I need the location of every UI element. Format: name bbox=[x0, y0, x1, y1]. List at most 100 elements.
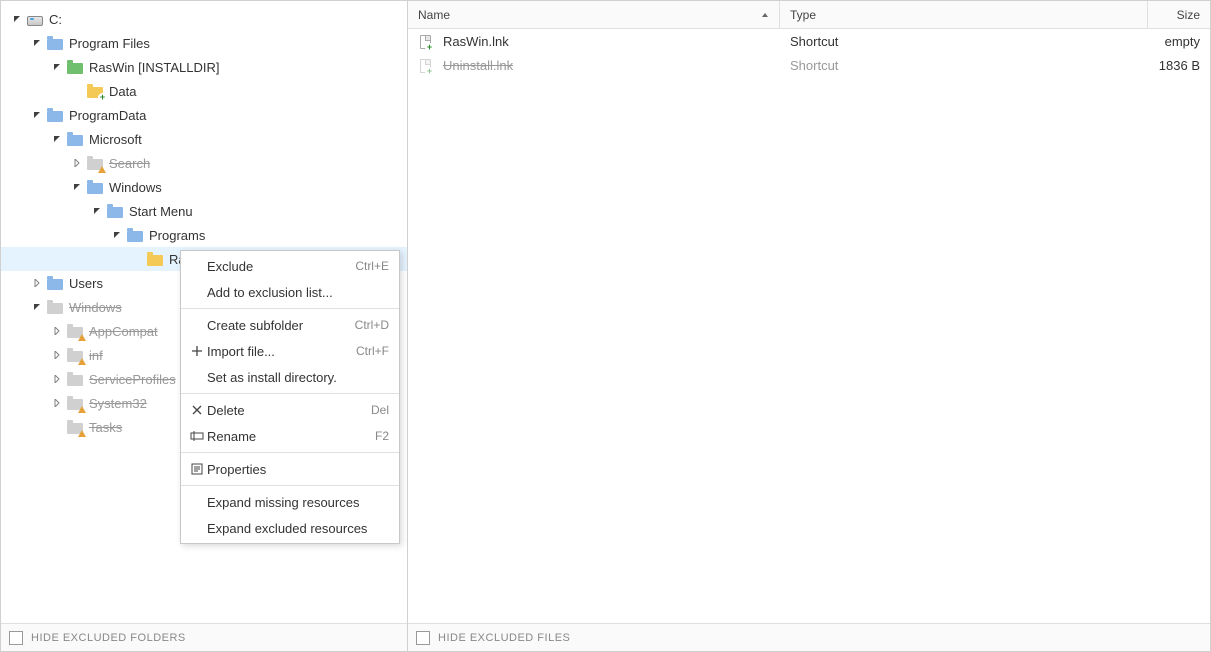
expander-icon[interactable] bbox=[69, 179, 85, 195]
menu-item-label: Expand missing resources bbox=[207, 495, 389, 510]
tree-node[interactable]: RasWin [INSTALLDIR] bbox=[1, 55, 407, 79]
context-menu[interactable]: ExcludeCtrl+EAdd to exclusion list... Cre… bbox=[180, 250, 400, 544]
hide-excluded-folders-checkbox[interactable] bbox=[9, 631, 23, 645]
tree-node-label: RasWin [INSTALLDIR] bbox=[89, 60, 220, 75]
menu-icon-blank bbox=[187, 258, 207, 274]
menu-item-shortcut: Ctrl+E bbox=[355, 259, 389, 273]
tree-node[interactable]: ProgramData bbox=[1, 103, 407, 127]
folder-icon bbox=[107, 207, 123, 218]
column-header-name[interactable]: Name bbox=[408, 1, 780, 28]
menu-item[interactable]: RenameF2 bbox=[181, 423, 399, 449]
menu-item-label: Expand excluded resources bbox=[207, 521, 389, 536]
tree-node-label: C: bbox=[49, 12, 62, 27]
tree-node-label: Programs bbox=[149, 228, 205, 243]
tree-node[interactable]: Start Menu bbox=[1, 199, 407, 223]
excluded-folder-icon bbox=[67, 375, 83, 386]
install-folder-icon bbox=[67, 63, 83, 74]
tree-node-label: ServiceProfiles bbox=[89, 372, 176, 387]
warning-folder-icon bbox=[67, 327, 83, 338]
tree-node[interactable]: Microsoft bbox=[1, 127, 407, 151]
menu-item-shortcut: Del bbox=[371, 403, 389, 417]
tree-node[interactable]: Windows bbox=[1, 175, 407, 199]
expander-icon[interactable] bbox=[49, 131, 65, 147]
right-footer: HIDE EXCLUDED FILES bbox=[408, 623, 1210, 651]
file-list-body[interactable]: RasWin.lnkShortcutemptyUninstall.lnkShor… bbox=[408, 29, 1210, 623]
menu-item[interactable]: Add to exclusion list... bbox=[181, 279, 399, 305]
expander-icon[interactable] bbox=[129, 251, 145, 267]
menu-icon-blank bbox=[187, 317, 207, 333]
menu-icon-blank bbox=[187, 494, 207, 510]
file-icon bbox=[420, 59, 431, 73]
menu-item[interactable]: DeleteDel bbox=[181, 397, 399, 423]
folder-icon bbox=[47, 279, 63, 290]
menu-item-label: Create subfolder bbox=[207, 318, 355, 333]
expander-icon[interactable] bbox=[49, 323, 65, 339]
column-name-label: Name bbox=[418, 8, 450, 22]
warning-folder-icon bbox=[67, 399, 83, 410]
new-folder-icon bbox=[87, 87, 103, 98]
expander-icon[interactable] bbox=[29, 107, 45, 123]
tree-node-label: Users bbox=[69, 276, 103, 291]
menu-separator bbox=[181, 485, 399, 486]
menu-item-shortcut: F2 bbox=[375, 429, 389, 443]
menu-item-label: Rename bbox=[207, 429, 375, 444]
menu-item[interactable]: Properties bbox=[181, 456, 399, 482]
file-type: Shortcut bbox=[780, 58, 1148, 73]
menu-item[interactable]: Expand excluded resources bbox=[181, 515, 399, 541]
folder-icon bbox=[67, 135, 83, 146]
column-header-type[interactable]: Type bbox=[780, 1, 1148, 28]
folder-icon bbox=[127, 231, 143, 242]
menu-item-label: Set as install directory. bbox=[207, 370, 389, 385]
expander-icon[interactable] bbox=[9, 11, 25, 27]
rename-icon bbox=[187, 428, 207, 444]
tree-node[interactable]: Programs bbox=[1, 223, 407, 247]
sort-asc-icon bbox=[761, 11, 769, 19]
expander-icon[interactable] bbox=[49, 347, 65, 363]
folder-icon bbox=[87, 183, 103, 194]
left-footer: HIDE EXCLUDED FOLDERS bbox=[1, 623, 407, 651]
tree-node-label: Windows bbox=[69, 300, 122, 315]
menu-item-shortcut: Ctrl+F bbox=[356, 344, 389, 358]
expander-icon[interactable] bbox=[29, 275, 45, 291]
folder-icon bbox=[47, 39, 63, 50]
tree-node[interactable]: C: bbox=[1, 7, 407, 31]
expander-icon[interactable] bbox=[69, 83, 85, 99]
tree-node[interactable]: Data bbox=[1, 79, 407, 103]
menu-item-label: Import file... bbox=[207, 344, 356, 359]
menu-icon-blank bbox=[187, 369, 207, 385]
expander-icon[interactable] bbox=[49, 395, 65, 411]
file-row[interactable]: Uninstall.lnkShortcut1836 B bbox=[408, 53, 1210, 77]
column-header-size[interactable]: Size bbox=[1148, 1, 1210, 28]
menu-item-label: Delete bbox=[207, 403, 371, 418]
plus-icon bbox=[187, 343, 207, 359]
expander-icon[interactable] bbox=[69, 155, 85, 171]
expander-icon[interactable] bbox=[89, 203, 105, 219]
hide-excluded-files-checkbox[interactable] bbox=[416, 631, 430, 645]
menu-item[interactable]: Expand missing resources bbox=[181, 489, 399, 515]
tree-node[interactable]: Search bbox=[1, 151, 407, 175]
expander-icon[interactable] bbox=[49, 59, 65, 75]
expander-icon[interactable] bbox=[49, 419, 65, 435]
tree-node-label: Program Files bbox=[69, 36, 150, 51]
column-size-label: Size bbox=[1177, 8, 1200, 22]
menu-item[interactable]: Import file...Ctrl+F bbox=[181, 338, 399, 364]
hide-excluded-folders-label: HIDE EXCLUDED FOLDERS bbox=[31, 632, 186, 644]
file-size: 1836 B bbox=[1148, 58, 1210, 73]
expander-icon[interactable] bbox=[49, 371, 65, 387]
menu-separator bbox=[181, 308, 399, 309]
expander-icon[interactable] bbox=[29, 299, 45, 315]
menu-icon-blank bbox=[187, 520, 207, 536]
file-row[interactable]: RasWin.lnkShortcutempty bbox=[408, 29, 1210, 53]
file-name: RasWin.lnk bbox=[443, 34, 509, 49]
file-type: Shortcut bbox=[780, 34, 1148, 49]
expander-icon[interactable] bbox=[29, 35, 45, 51]
tree-node-label: Search bbox=[109, 156, 150, 171]
menu-item[interactable]: Set as install directory. bbox=[181, 364, 399, 390]
tree-node[interactable]: Program Files bbox=[1, 31, 407, 55]
menu-item[interactable]: Create subfolderCtrl+D bbox=[181, 312, 399, 338]
tree-node-label: inf bbox=[89, 348, 103, 363]
menu-item[interactable]: ExcludeCtrl+E bbox=[181, 253, 399, 279]
expander-icon[interactable] bbox=[109, 227, 125, 243]
hide-excluded-files-label: HIDE EXCLUDED FILES bbox=[438, 632, 570, 644]
tree-node-label: Data bbox=[109, 84, 136, 99]
